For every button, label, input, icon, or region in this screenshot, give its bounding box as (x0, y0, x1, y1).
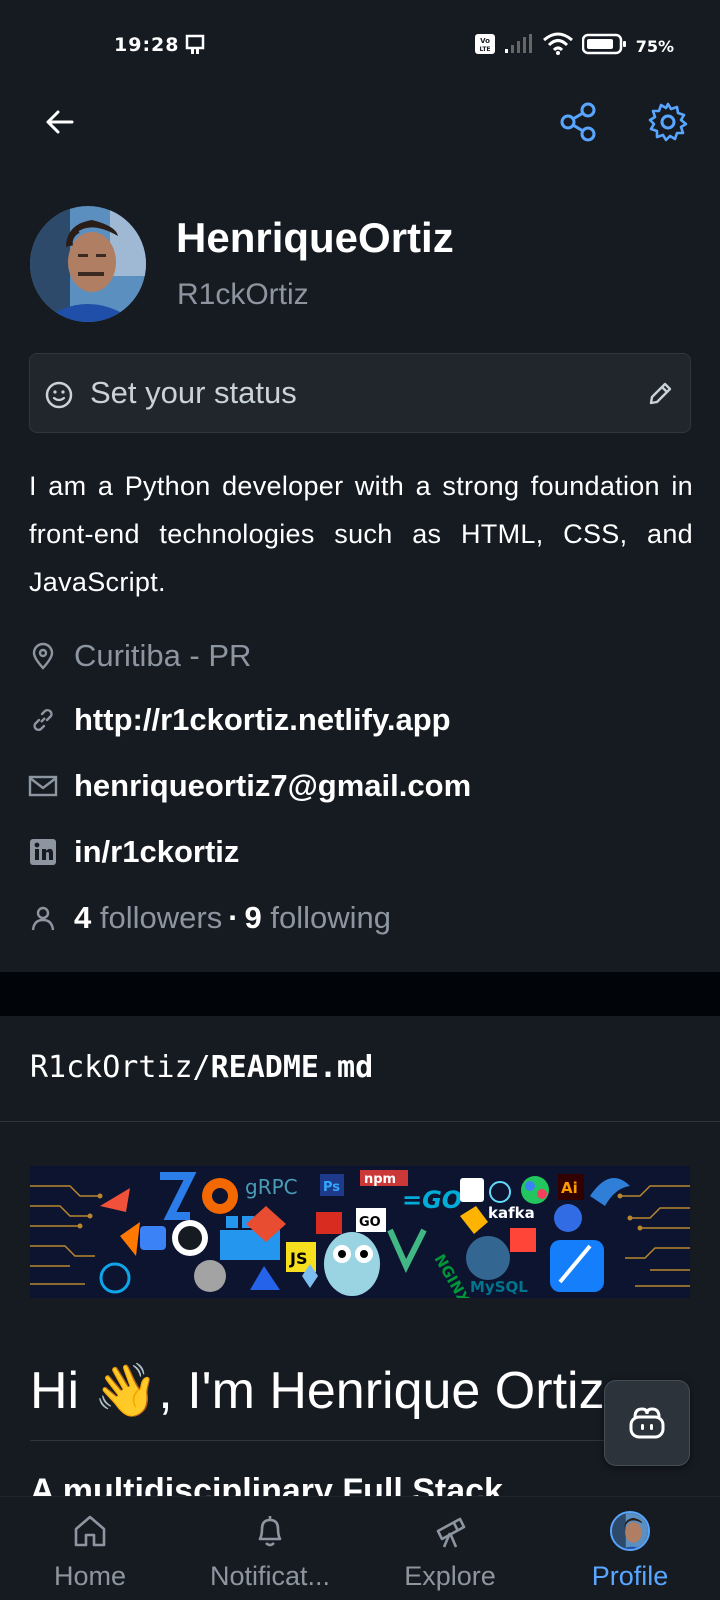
nav-profile-label: Profile (591, 1561, 669, 1591)
following-label[interactable]: following (270, 900, 391, 935)
section-divider (0, 972, 720, 1016)
home-icon (70, 1511, 110, 1551)
svg-text:JS: JS (289, 1249, 307, 1268)
readme-heading-divider (30, 1440, 690, 1441)
svg-text:GO: GO (359, 1215, 381, 1230)
linkedin-text[interactable]: in/r1ckortiz (74, 834, 239, 870)
profile-name: HenriqueOrtiz (176, 214, 454, 261)
email-text[interactable]: henriqueortiz7@gmail.com (74, 768, 471, 804)
readme-tech-banner: gRPC Ps npm =GO Ai JS GO NGINX kafka MyS… (30, 1166, 690, 1298)
profile-bio: I am a Python developer with a strong fo… (29, 471, 693, 597)
svg-text:=GO: =GO (402, 1186, 462, 1214)
separator-dot: · (228, 900, 239, 935)
location-text: Curitiba - PR (74, 638, 252, 673)
wifi-icon (542, 32, 574, 61)
profile-email-link[interactable]: henriqueortiz7@gmail.com (28, 766, 471, 806)
profile-toolbar (0, 92, 720, 152)
profile-linkedin-link[interactable]: in/r1ckortiz (28, 832, 239, 872)
smiley-icon (44, 380, 74, 415)
profile-avatar-small (610, 1511, 650, 1551)
gear-icon (648, 102, 688, 142)
svg-text:LTE: LTE (479, 46, 490, 53)
svg-text:Ps: Ps (323, 1180, 340, 1195)
nav-profile[interactable]: Profile (540, 1497, 720, 1600)
readme-divider (0, 1121, 720, 1122)
pencil-icon (646, 380, 674, 413)
svg-text:Vo: Vo (480, 37, 490, 45)
status-time: 19:28 (114, 34, 180, 56)
followers-count[interactable]: 4 (74, 900, 91, 935)
volte-icon: Vo LTE (474, 33, 496, 60)
profile-avatar[interactable] (30, 206, 146, 322)
svg-text:Ai: Ai (561, 1179, 578, 1197)
readme-file: README.md (210, 1050, 374, 1085)
linkedin-icon (28, 837, 58, 867)
readme-owner: R1ckOrtiz/ (30, 1050, 211, 1085)
followers-label[interactable]: followers (100, 900, 222, 935)
share-icon (560, 102, 596, 142)
link-icon (28, 705, 58, 735)
settings-button[interactable] (646, 100, 690, 144)
mail-icon (28, 771, 58, 801)
svg-text:gRPC: gRPC (245, 1175, 298, 1199)
svg-text:npm: npm (364, 1172, 396, 1187)
following-count[interactable]: 9 (245, 900, 262, 935)
svg-text:kafka: kafka (488, 1204, 535, 1222)
readme-heading: Hi 👋, I'm Henrique Ortiz (30, 1362, 605, 1420)
profile-location: Curitiba - PR (28, 636, 251, 676)
nav-explore-label: Explore (404, 1561, 496, 1591)
battery-icon (581, 33, 628, 60)
readme-path[interactable]: R1ckOrtiz/README.md (30, 1050, 373, 1085)
signal-icon (504, 34, 534, 59)
nav-notifications-label: Notificat... (209, 1561, 331, 1591)
nav-home[interactable]: Home (0, 1497, 180, 1600)
person-icon (28, 903, 58, 933)
bell-icon (250, 1511, 290, 1551)
nav-explore[interactable]: Explore (360, 1497, 540, 1600)
arrow-left-icon (46, 110, 74, 134)
website-text[interactable]: http://r1ckortiz.netlify.app (74, 702, 451, 738)
system-status-bar: 19:28 Vo LTE 75% (0, 0, 720, 92)
share-button[interactable] (556, 100, 600, 144)
bottom-navigation: Home Notificat... Explore Profile (0, 1496, 720, 1600)
profile-follow-stats[interactable]: 4 followers · 9 following (28, 898, 391, 938)
location-pin-icon (28, 641, 58, 671)
profile-login: R1ckOrtiz (177, 278, 309, 311)
back-button[interactable] (38, 100, 82, 144)
set-status-button[interactable]: Set your status (29, 353, 691, 433)
copilot-button[interactable] (604, 1380, 690, 1466)
copilot-icon (629, 1407, 665, 1439)
nav-notifications[interactable]: Notificat... (180, 1497, 360, 1600)
svg-text:MySQL: MySQL (470, 1278, 528, 1296)
status-placeholder: Set your status (90, 375, 297, 410)
nav-home-label: Home (53, 1561, 127, 1591)
telescope-icon (430, 1511, 470, 1551)
profile-website-link[interactable]: http://r1ckortiz.netlify.app (28, 700, 451, 740)
battery-percent: 75% (635, 37, 674, 56)
device-icon (185, 34, 207, 61)
